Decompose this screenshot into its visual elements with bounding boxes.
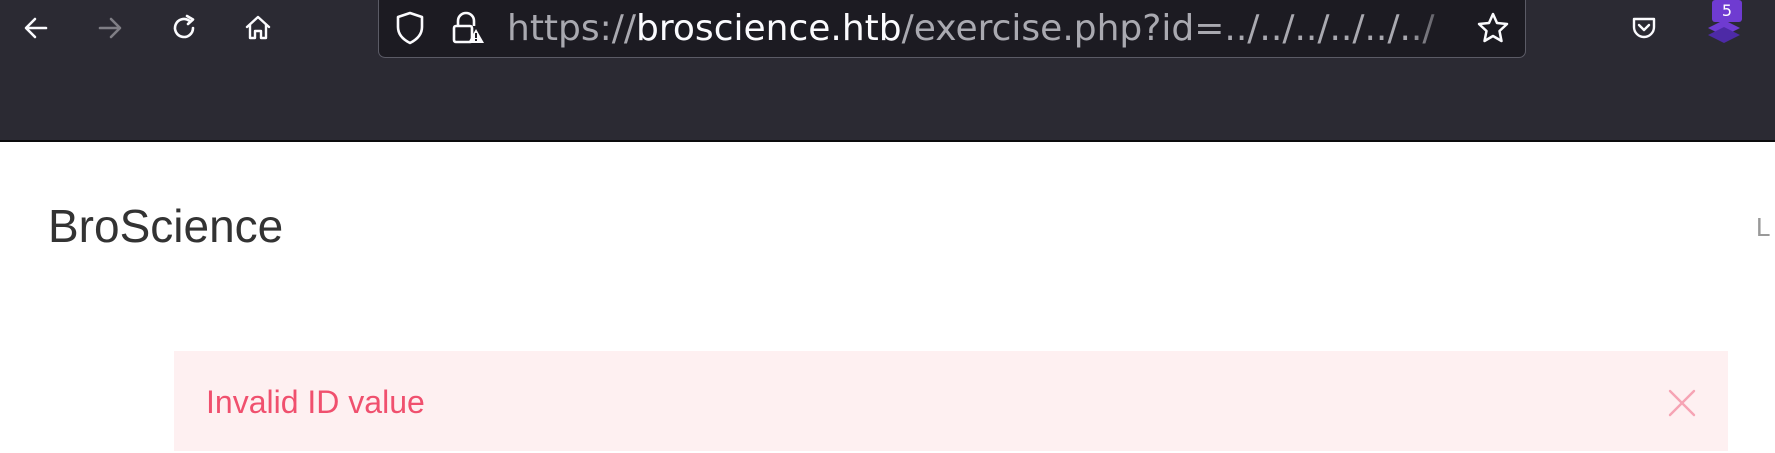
page-content: BroScience L Invalid ID value <box>0 142 1775 453</box>
arrow-left-icon <box>24 17 48 39</box>
alert-message: Invalid ID value <box>206 384 425 420</box>
bookmark-star-icon[interactable] <box>1475 9 1511 47</box>
home-button[interactable] <box>236 6 280 50</box>
reload-icon <box>173 14 195 39</box>
url-host: broscience.htb <box>636 8 902 49</box>
url-text[interactable]: https://broscience.htb/exercise.php?id=.… <box>507 7 1467 51</box>
reload-button[interactable] <box>162 6 206 50</box>
arrow-right-icon <box>98 17 122 39</box>
site-brand[interactable]: BroScience <box>48 199 283 253</box>
shield-icon[interactable] <box>393 9 427 47</box>
close-icon[interactable] <box>1666 387 1698 419</box>
address-bar[interactable]: https://broscience.htb/exercise.php?id=.… <box>378 0 1526 58</box>
back-button[interactable] <box>14 6 58 50</box>
url-fade <box>1405 6 1465 50</box>
pocket-button[interactable] <box>1622 6 1666 50</box>
extension-badge: 5 <box>1712 0 1742 22</box>
url-scheme: https:// <box>507 8 637 49</box>
error-alert: Invalid ID value <box>174 351 1728 451</box>
lock-warning-icon[interactable] <box>449 9 485 47</box>
nav-link-partial[interactable]: L <box>1756 212 1775 242</box>
browser-toolbar: https://broscience.htb/exercise.php?id=.… <box>0 0 1775 142</box>
url-path: /exercise.php?id=../../../../../../ <box>901 8 1435 49</box>
forward-button[interactable] <box>88 6 132 50</box>
home-icon <box>245 15 271 40</box>
pocket-icon <box>1632 17 1656 39</box>
